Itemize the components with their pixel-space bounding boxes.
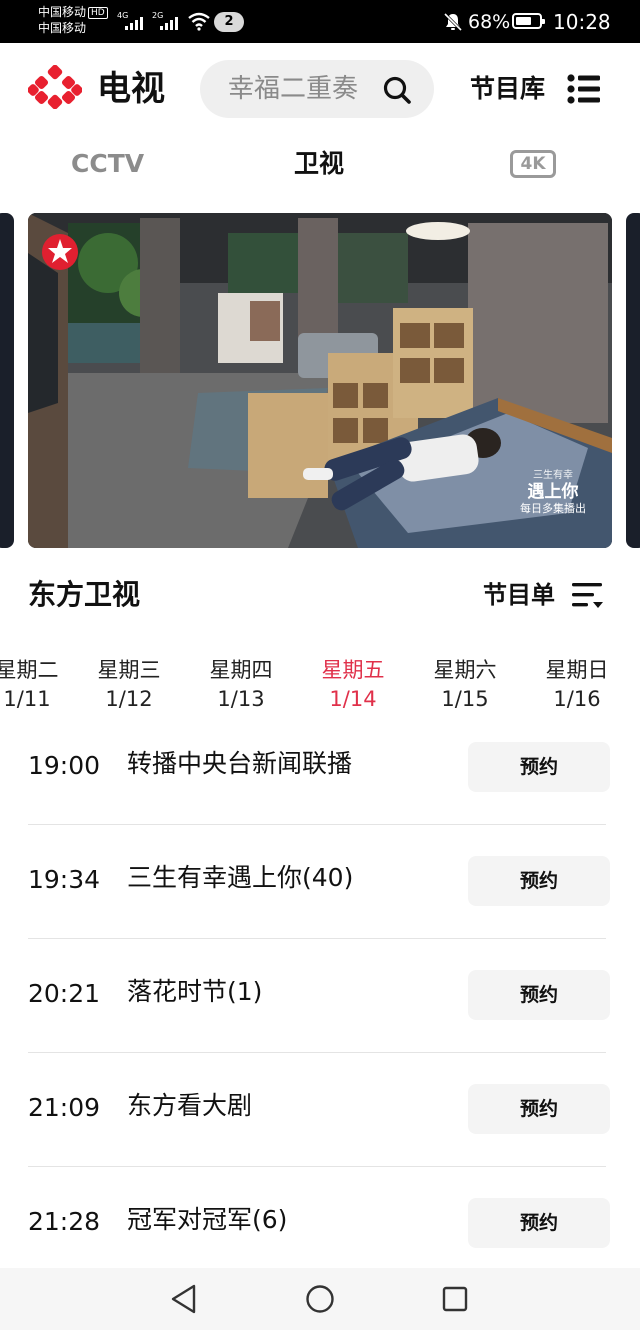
day-tab[interactable]: 星期日 1/16 (527, 656, 627, 714)
battery-fill (516, 17, 531, 25)
program-title: 转播中央台新闻联播 (127, 749, 353, 778)
overlay-small-text: 三生有幸 (533, 470, 573, 481)
tab-cctv[interactable]: CCTV (71, 148, 144, 180)
overlay-sub-text: 每日多集播出 (520, 502, 586, 515)
overlay-title-text: 遇上你 (527, 482, 579, 502)
recent-apps-icon[interactable] (442, 1286, 468, 1312)
day-tab-selected[interactable]: 星期五 1/14 (303, 656, 403, 714)
program-library-link[interactable]: 节目库 (470, 72, 545, 106)
reserve-button[interactable]: 预约 (468, 856, 610, 906)
schedule-sort-icon[interactable] (572, 581, 604, 609)
program-row: 21:28 冠军对冠军(6) 预约 (28, 1166, 612, 1280)
search-placeholder: 幸福二重奏 (228, 74, 359, 104)
list-menu-icon[interactable] (567, 74, 601, 104)
home-icon[interactable] (305, 1284, 335, 1314)
search-bar[interactable]: 幸福二重奏 (200, 60, 434, 118)
carrier-1: 中国移动 (38, 5, 87, 19)
day-tab[interactable]: 星期三 1/12 (79, 656, 179, 714)
notification-count-badge: 2 (214, 12, 244, 32)
program-time: 20:21 (28, 979, 101, 1008)
search-icon[interactable] (382, 75, 412, 105)
battery-percentage: 68% (468, 11, 511, 33)
back-icon[interactable] (170, 1284, 198, 1314)
program-time: 19:34 (28, 865, 101, 894)
program-title: 东方看大剧 (127, 1091, 253, 1120)
app-title: 电视 (97, 69, 165, 109)
previous-channel-card[interactable] (0, 213, 14, 548)
bell-muted-icon (443, 12, 463, 32)
day-tab[interactable]: 星期二 1/11 (0, 656, 77, 714)
carrier-2: 中国移动 (38, 21, 87, 35)
program-row: 21:09 东方看大剧 预约 (28, 1052, 612, 1166)
wifi-icon (188, 12, 210, 31)
reserve-button[interactable]: 预约 (468, 970, 610, 1020)
channel-logo-icon (42, 234, 78, 270)
program-row: 19:00 转播中央台新闻联播 预约 (28, 710, 612, 824)
tab-satellite[interactable]: 卫视 (294, 148, 344, 180)
channel-name: 东方卫视 (28, 578, 141, 611)
tab-4k[interactable]: 4K (510, 150, 556, 178)
schedule-link[interactable]: 节目单 (483, 578, 555, 612)
reserve-button[interactable]: 预约 (468, 742, 610, 792)
video-caption-overlay: 三生有幸 遇上你 每日多集播出 (510, 470, 596, 516)
clock: 10:28 (553, 10, 611, 34)
program-title: 落花时节(1) (127, 977, 263, 1006)
reserve-button[interactable]: 预约 (468, 1198, 610, 1248)
carrier-info: 中国移动 HD 中国移动 (38, 4, 108, 36)
next-channel-card[interactable] (626, 213, 640, 548)
reserve-button[interactable]: 预约 (468, 1084, 610, 1134)
program-time: 21:09 (28, 1093, 101, 1122)
app-logo-icon (28, 65, 82, 109)
hd-badge: HD (88, 7, 108, 19)
day-tab[interactable]: 星期四 1/13 (191, 656, 291, 714)
program-title: 三生有幸遇上你(40) (127, 863, 354, 892)
status-bar: 中国移动 HD 中国移动 4G 2G 2 68% 10:28 (0, 0, 640, 43)
program-row: 19:34 三生有幸遇上你(40) 预约 (28, 824, 612, 938)
day-tab[interactable]: 星期六 1/15 (415, 656, 515, 714)
video-player[interactable]: 三生有幸 遇上你 每日多集播出 (28, 213, 612, 548)
program-time: 19:00 (28, 751, 101, 780)
program-time: 21:28 (28, 1207, 101, 1236)
system-nav-bar (0, 1268, 640, 1330)
battery-icon (512, 13, 545, 29)
program-row: 20:21 落花时节(1) 预约 (28, 938, 612, 1052)
program-title: 冠军对冠军(6) (127, 1205, 288, 1234)
